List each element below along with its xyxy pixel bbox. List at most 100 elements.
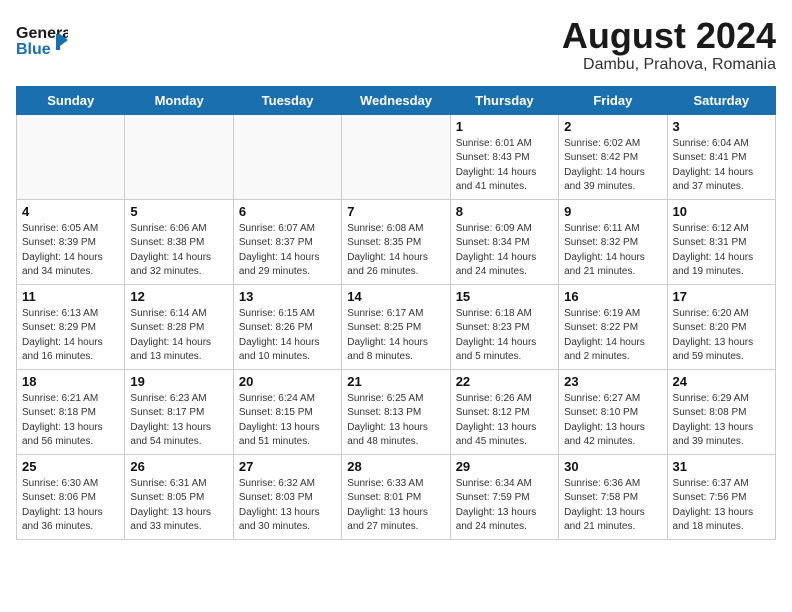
day-info: Sunrise: 6:24 AM Sunset: 8:15 PM Dayligh… (239, 392, 336, 450)
calendar-week-row: 25 Sunrise: 6:30 AM Sunset: 8:06 PM Dayli… (17, 454, 776, 539)
calendar-week-row: 18Sunrise: 6:21 AM Sunset: 8:18 PM Dayli… (17, 369, 776, 454)
day-info: Sunrise: 6:05 AM Sunset: 8:39 PM Dayligh… (22, 222, 119, 280)
calendar-cell: 18Sunrise: 6:21 AM Sunset: 8:18 PM Dayli… (17, 369, 125, 454)
calendar-header-row: SundayMondayTuesdayWednesdayThursdayFrid… (17, 86, 776, 114)
calendar-subtitle: Dambu, Prahova, Romania (562, 56, 776, 74)
calendar-cell: 11Sunrise: 6:13 AM Sunset: 8:29 PM Dayli… (17, 284, 125, 369)
calendar-cell: 10 Sunrise: 6:12 AM Sunset: 8:31 PM Dayli… (667, 199, 775, 284)
day-info: Sunrise: 6:31 AM Sunset: 8:05 PM Dayligh… (130, 477, 227, 535)
day-number: 31 (673, 459, 770, 474)
calendar-cell (342, 114, 450, 199)
calendar-cell: 26 Sunrise: 6:31 AM Sunset: 8:05 PM Dayli… (125, 454, 233, 539)
calendar-cell: 29Sunrise: 6:34 AM Sunset: 7:59 PM Dayli… (450, 454, 558, 539)
calendar-cell: 23Sunrise: 6:27 AM Sunset: 8:10 PM Dayli… (559, 369, 667, 454)
day-info: Sunrise: 6:36 AM Sunset: 7:58 PM Dayligh… (564, 477, 661, 535)
calendar-week-row: 11Sunrise: 6:13 AM Sunset: 8:29 PM Dayli… (17, 284, 776, 369)
calendar-cell: 7 Sunrise: 6:08 AM Sunset: 8:35 PM Daylig… (342, 199, 450, 284)
day-info: Sunrise: 6:02 AM Sunset: 8:42 PM Dayligh… (564, 137, 661, 195)
calendar-table: SundayMondayTuesdayWednesdayThursdayFrid… (16, 86, 776, 540)
day-info: Sunrise: 6:11 AM Sunset: 8:32 PM Dayligh… (564, 222, 661, 280)
day-info: Sunrise: 6:12 AM Sunset: 8:31 PM Dayligh… (673, 222, 770, 280)
day-info: Sunrise: 6:23 AM Sunset: 8:17 PM Dayligh… (130, 392, 227, 450)
day-number: 19 (130, 374, 227, 389)
day-number: 7 (347, 204, 444, 219)
logo-icon: General Blue (16, 18, 68, 62)
day-number: 28 (347, 459, 444, 474)
day-info: Sunrise: 6:20 AM Sunset: 8:20 PM Dayligh… (673, 307, 770, 365)
day-number: 14 (347, 289, 444, 304)
svg-text:Blue: Blue (16, 41, 51, 58)
day-of-week-header: Wednesday (342, 86, 450, 114)
day-of-week-header: Monday (125, 86, 233, 114)
calendar-cell: 2 Sunrise: 6:02 AM Sunset: 8:42 PM Daylig… (559, 114, 667, 199)
day-number: 6 (239, 204, 336, 219)
day-number: 21 (347, 374, 444, 389)
day-info: Sunrise: 6:14 AM Sunset: 8:28 PM Dayligh… (130, 307, 227, 365)
calendar-cell: 4 Sunrise: 6:05 AM Sunset: 8:39 PM Daylig… (17, 199, 125, 284)
day-info: Sunrise: 6:26 AM Sunset: 8:12 PM Dayligh… (456, 392, 553, 450)
day-number: 3 (673, 119, 770, 134)
calendar-title: August 2024 (562, 16, 776, 56)
day-info: Sunrise: 6:17 AM Sunset: 8:25 PM Dayligh… (347, 307, 444, 365)
day-number: 2 (564, 119, 661, 134)
day-number: 20 (239, 374, 336, 389)
day-number: 16 (564, 289, 661, 304)
day-number: 23 (564, 374, 661, 389)
day-info: Sunrise: 6:37 AM Sunset: 7:56 PM Dayligh… (673, 477, 770, 535)
calendar-cell: 25 Sunrise: 6:30 AM Sunset: 8:06 PM Dayli… (17, 454, 125, 539)
day-info: Sunrise: 6:25 AM Sunset: 8:13 PM Dayligh… (347, 392, 444, 450)
day-number: 26 (130, 459, 227, 474)
day-info: Sunrise: 6:34 AM Sunset: 7:59 PM Dayligh… (456, 477, 553, 535)
day-number: 8 (456, 204, 553, 219)
calendar-cell: 21 Sunrise: 6:25 AM Sunset: 8:13 PM Dayli… (342, 369, 450, 454)
day-info: Sunrise: 6:32 AM Sunset: 8:03 PM Dayligh… (239, 477, 336, 535)
calendar-cell: 3Sunrise: 6:04 AM Sunset: 8:41 PM Daylig… (667, 114, 775, 199)
calendar-week-row: 1 Sunrise: 6:01 AM Sunset: 8:43 PM Daylig… (17, 114, 776, 199)
day-number: 13 (239, 289, 336, 304)
day-info: Sunrise: 6:19 AM Sunset: 8:22 PM Dayligh… (564, 307, 661, 365)
calendar-week-row: 4 Sunrise: 6:05 AM Sunset: 8:39 PM Daylig… (17, 199, 776, 284)
day-number: 11 (22, 289, 119, 304)
day-of-week-header: Friday (559, 86, 667, 114)
day-number: 24 (673, 374, 770, 389)
day-info: Sunrise: 6:01 AM Sunset: 8:43 PM Dayligh… (456, 137, 553, 195)
day-info: Sunrise: 6:06 AM Sunset: 8:38 PM Dayligh… (130, 222, 227, 280)
calendar-cell: 17 Sunrise: 6:20 AM Sunset: 8:20 PM Dayli… (667, 284, 775, 369)
day-number: 27 (239, 459, 336, 474)
calendar-cell: 13 Sunrise: 6:15 AM Sunset: 8:26 PM Dayli… (233, 284, 341, 369)
day-number: 5 (130, 204, 227, 219)
calendar-cell: 30Sunrise: 6:36 AM Sunset: 7:58 PM Dayli… (559, 454, 667, 539)
day-of-week-header: Saturday (667, 86, 775, 114)
day-info: Sunrise: 6:07 AM Sunset: 8:37 PM Dayligh… (239, 222, 336, 280)
day-number: 1 (456, 119, 553, 134)
day-number: 10 (673, 204, 770, 219)
day-number: 15 (456, 289, 553, 304)
day-of-week-header: Thursday (450, 86, 558, 114)
calendar-cell: 27 Sunrise: 6:32 AM Sunset: 8:03 PM Dayli… (233, 454, 341, 539)
day-info: Sunrise: 6:15 AM Sunset: 8:26 PM Dayligh… (239, 307, 336, 365)
calendar-cell: 20 Sunrise: 6:24 AM Sunset: 8:15 PM Dayli… (233, 369, 341, 454)
day-number: 25 (22, 459, 119, 474)
day-info: Sunrise: 6:08 AM Sunset: 8:35 PM Dayligh… (347, 222, 444, 280)
logo: General Blue (16, 16, 68, 62)
day-number: 12 (130, 289, 227, 304)
day-number: 17 (673, 289, 770, 304)
calendar-cell (17, 114, 125, 199)
day-number: 22 (456, 374, 553, 389)
day-info: Sunrise: 6:18 AM Sunset: 8:23 PM Dayligh… (456, 307, 553, 365)
day-of-week-header: Tuesday (233, 86, 341, 114)
calendar-cell: 15 Sunrise: 6:18 AM Sunset: 8:23 PM Dayli… (450, 284, 558, 369)
day-info: Sunrise: 6:30 AM Sunset: 8:06 PM Dayligh… (22, 477, 119, 535)
day-info: Sunrise: 6:21 AM Sunset: 8:18 PM Dayligh… (22, 392, 119, 450)
day-number: 9 (564, 204, 661, 219)
title-block: August 2024 Dambu, Prahova, Romania (562, 16, 776, 74)
calendar-cell: 28 Sunrise: 6:33 AM Sunset: 8:01 PM Dayli… (342, 454, 450, 539)
day-info: Sunrise: 6:29 AM Sunset: 8:08 PM Dayligh… (673, 392, 770, 450)
calendar-cell: 19 Sunrise: 6:23 AM Sunset: 8:17 PM Dayli… (125, 369, 233, 454)
calendar-cell (233, 114, 341, 199)
day-info: Sunrise: 6:33 AM Sunset: 8:01 PM Dayligh… (347, 477, 444, 535)
day-info: Sunrise: 6:09 AM Sunset: 8:34 PM Dayligh… (456, 222, 553, 280)
calendar-cell: 14 Sunrise: 6:17 AM Sunset: 8:25 PM Dayli… (342, 284, 450, 369)
calendar-cell: 1 Sunrise: 6:01 AM Sunset: 8:43 PM Daylig… (450, 114, 558, 199)
day-number: 4 (22, 204, 119, 219)
